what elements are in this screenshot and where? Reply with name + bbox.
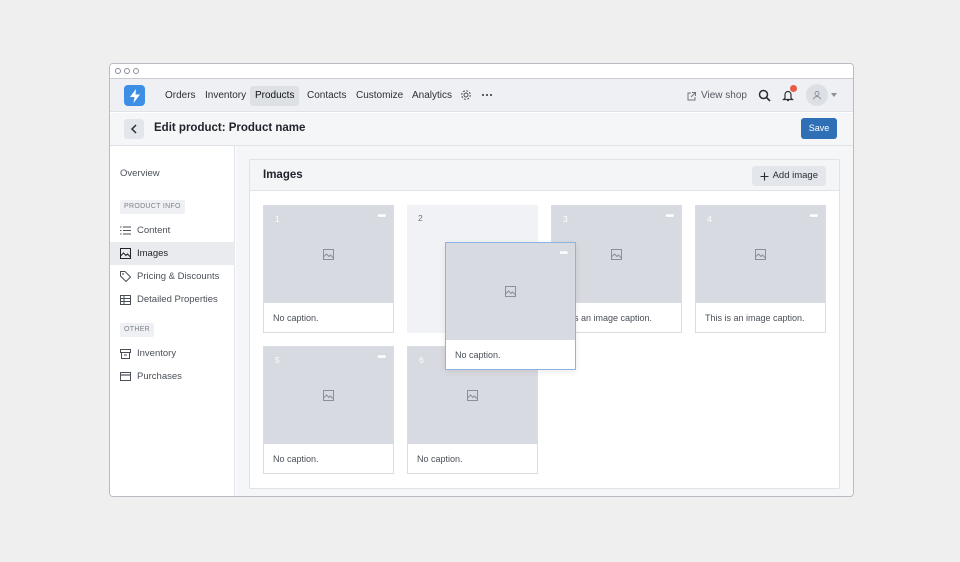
tag-icon [120, 271, 131, 282]
image-icon [120, 248, 131, 259]
chevron-left-icon [130, 124, 137, 134]
more-menu-icon[interactable] [479, 87, 495, 103]
image-placeholder-icon [467, 390, 478, 401]
user-avatar[interactable] [806, 84, 828, 106]
app-window: Orders Inventory Products Contacts Custo… [109, 63, 854, 497]
image-caption: No caption. [417, 454, 463, 464]
image-caption: No caption. [273, 313, 319, 323]
images-panel-header: Images Add image [250, 160, 839, 191]
image-card[interactable]: 5 ••• No caption. [263, 346, 394, 474]
table-icon [120, 294, 131, 305]
nav-inventory[interactable]: Inventory [200, 86, 251, 106]
image-number: 3 [563, 214, 568, 224]
add-image-button[interactable]: Add image [751, 166, 826, 186]
plus-icon [760, 172, 769, 180]
credit-card-icon [120, 372, 131, 381]
sidebar-item-label: Overview [120, 168, 160, 179]
nav-orders[interactable]: Orders [160, 86, 201, 106]
view-shop-label: View shop [701, 90, 747, 101]
image-thumbnail: 1 ••• [264, 206, 393, 303]
sidebar: Overview PRODUCT INFO Content Images Pri… [110, 146, 235, 496]
page-title: Edit product: Product name [154, 122, 306, 134]
search-icon[interactable] [756, 87, 772, 103]
more-options-icon[interactable]: ••• [559, 248, 567, 259]
sidebar-item-images[interactable]: Images [110, 242, 235, 265]
sidebar-item-label: Detailed Properties [137, 294, 218, 305]
sidebar-section-other: OTHER [120, 323, 154, 337]
sidebar-item-label: Inventory [137, 348, 177, 359]
sidebar-item-pricing[interactable]: Pricing & Discounts [110, 265, 235, 288]
sidebar-item-purchases[interactable]: Purchases [110, 365, 235, 388]
external-link-icon [687, 91, 696, 100]
sidebar-item-label: Pricing & Discounts [137, 271, 220, 282]
image-number: 4 [707, 214, 712, 224]
user-icon [813, 91, 821, 100]
notifications-bell-icon[interactable] [780, 85, 797, 103]
image-caption: No caption. [455, 350, 501, 360]
image-placeholder-icon [323, 249, 334, 260]
image-caption: No caption. [273, 454, 319, 464]
images-panel-title: Images [263, 169, 303, 181]
more-options-icon[interactable]: ••• [809, 211, 817, 222]
image-placeholder-icon [505, 286, 516, 297]
sidebar-item-label: Content [137, 225, 171, 236]
image-placeholder-icon [323, 390, 334, 401]
sidebar-item-detailed-properties[interactable]: Detailed Properties [110, 288, 235, 311]
image-placeholder-icon [611, 249, 622, 260]
more-options-icon[interactable]: ••• [377, 352, 385, 363]
top-navigation: Orders Inventory Products Contacts Custo… [110, 79, 853, 112]
chevron-down-icon[interactable] [831, 93, 837, 97]
sidebar-item-content[interactable]: Content [110, 219, 235, 242]
box-icon [120, 348, 131, 359]
image-placeholder-icon [755, 249, 766, 260]
notification-badge [790, 85, 797, 92]
add-image-label: Add image [772, 170, 818, 181]
dragging-image-card[interactable]: ••• No caption. [445, 242, 576, 370]
more-options-icon[interactable]: ••• [377, 211, 385, 222]
image-card[interactable]: 4 ••• This is an image caption. [695, 205, 826, 333]
list-icon [120, 226, 131, 235]
nav-analytics[interactable]: Analytics [407, 86, 457, 106]
sidebar-item-label: Purchases [137, 371, 182, 382]
sidebar-section-product-info: PRODUCT INFO [120, 200, 185, 214]
logo-bolt-icon[interactable] [124, 85, 145, 106]
image-thumbnail: ••• [446, 243, 575, 340]
window-minimize-dot[interactable] [124, 68, 130, 74]
sidebar-item-label: Images [137, 248, 169, 259]
image-number: 1 [275, 214, 280, 224]
more-options-icon[interactable]: ••• [665, 211, 673, 222]
image-caption: This is an image caption. [705, 313, 805, 323]
image-number: 5 [275, 355, 280, 365]
image-number: 2 [418, 213, 423, 223]
image-thumbnail: 4 ••• [696, 206, 825, 303]
sidebar-item-inventory[interactable]: Inventory [110, 342, 235, 365]
nav-customize[interactable]: Customize [351, 86, 408, 106]
nav-contacts[interactable]: Contacts [302, 86, 351, 106]
image-number: 6 [419, 355, 424, 365]
images-panel: Images Add image 1 ••• No caption. 2 3 •… [249, 159, 840, 489]
back-button[interactable] [124, 119, 144, 139]
view-shop-link[interactable]: View shop [686, 86, 747, 106]
window-maximize-dot[interactable] [133, 68, 139, 74]
window-close-dot[interactable] [115, 68, 121, 74]
save-button[interactable]: Save [801, 118, 837, 139]
settings-gear-icon[interactable] [458, 87, 474, 103]
main-content: Images Add image 1 ••• No caption. 2 3 •… [236, 146, 853, 496]
image-card[interactable]: 1 ••• No caption. [263, 205, 394, 333]
window-titlebar [110, 64, 853, 79]
nav-products[interactable]: Products [250, 86, 300, 106]
image-thumbnail: 5 ••• [264, 347, 393, 444]
page-header: Edit product: Product name Save [110, 113, 853, 146]
sidebar-item-overview[interactable]: Overview [110, 162, 235, 185]
